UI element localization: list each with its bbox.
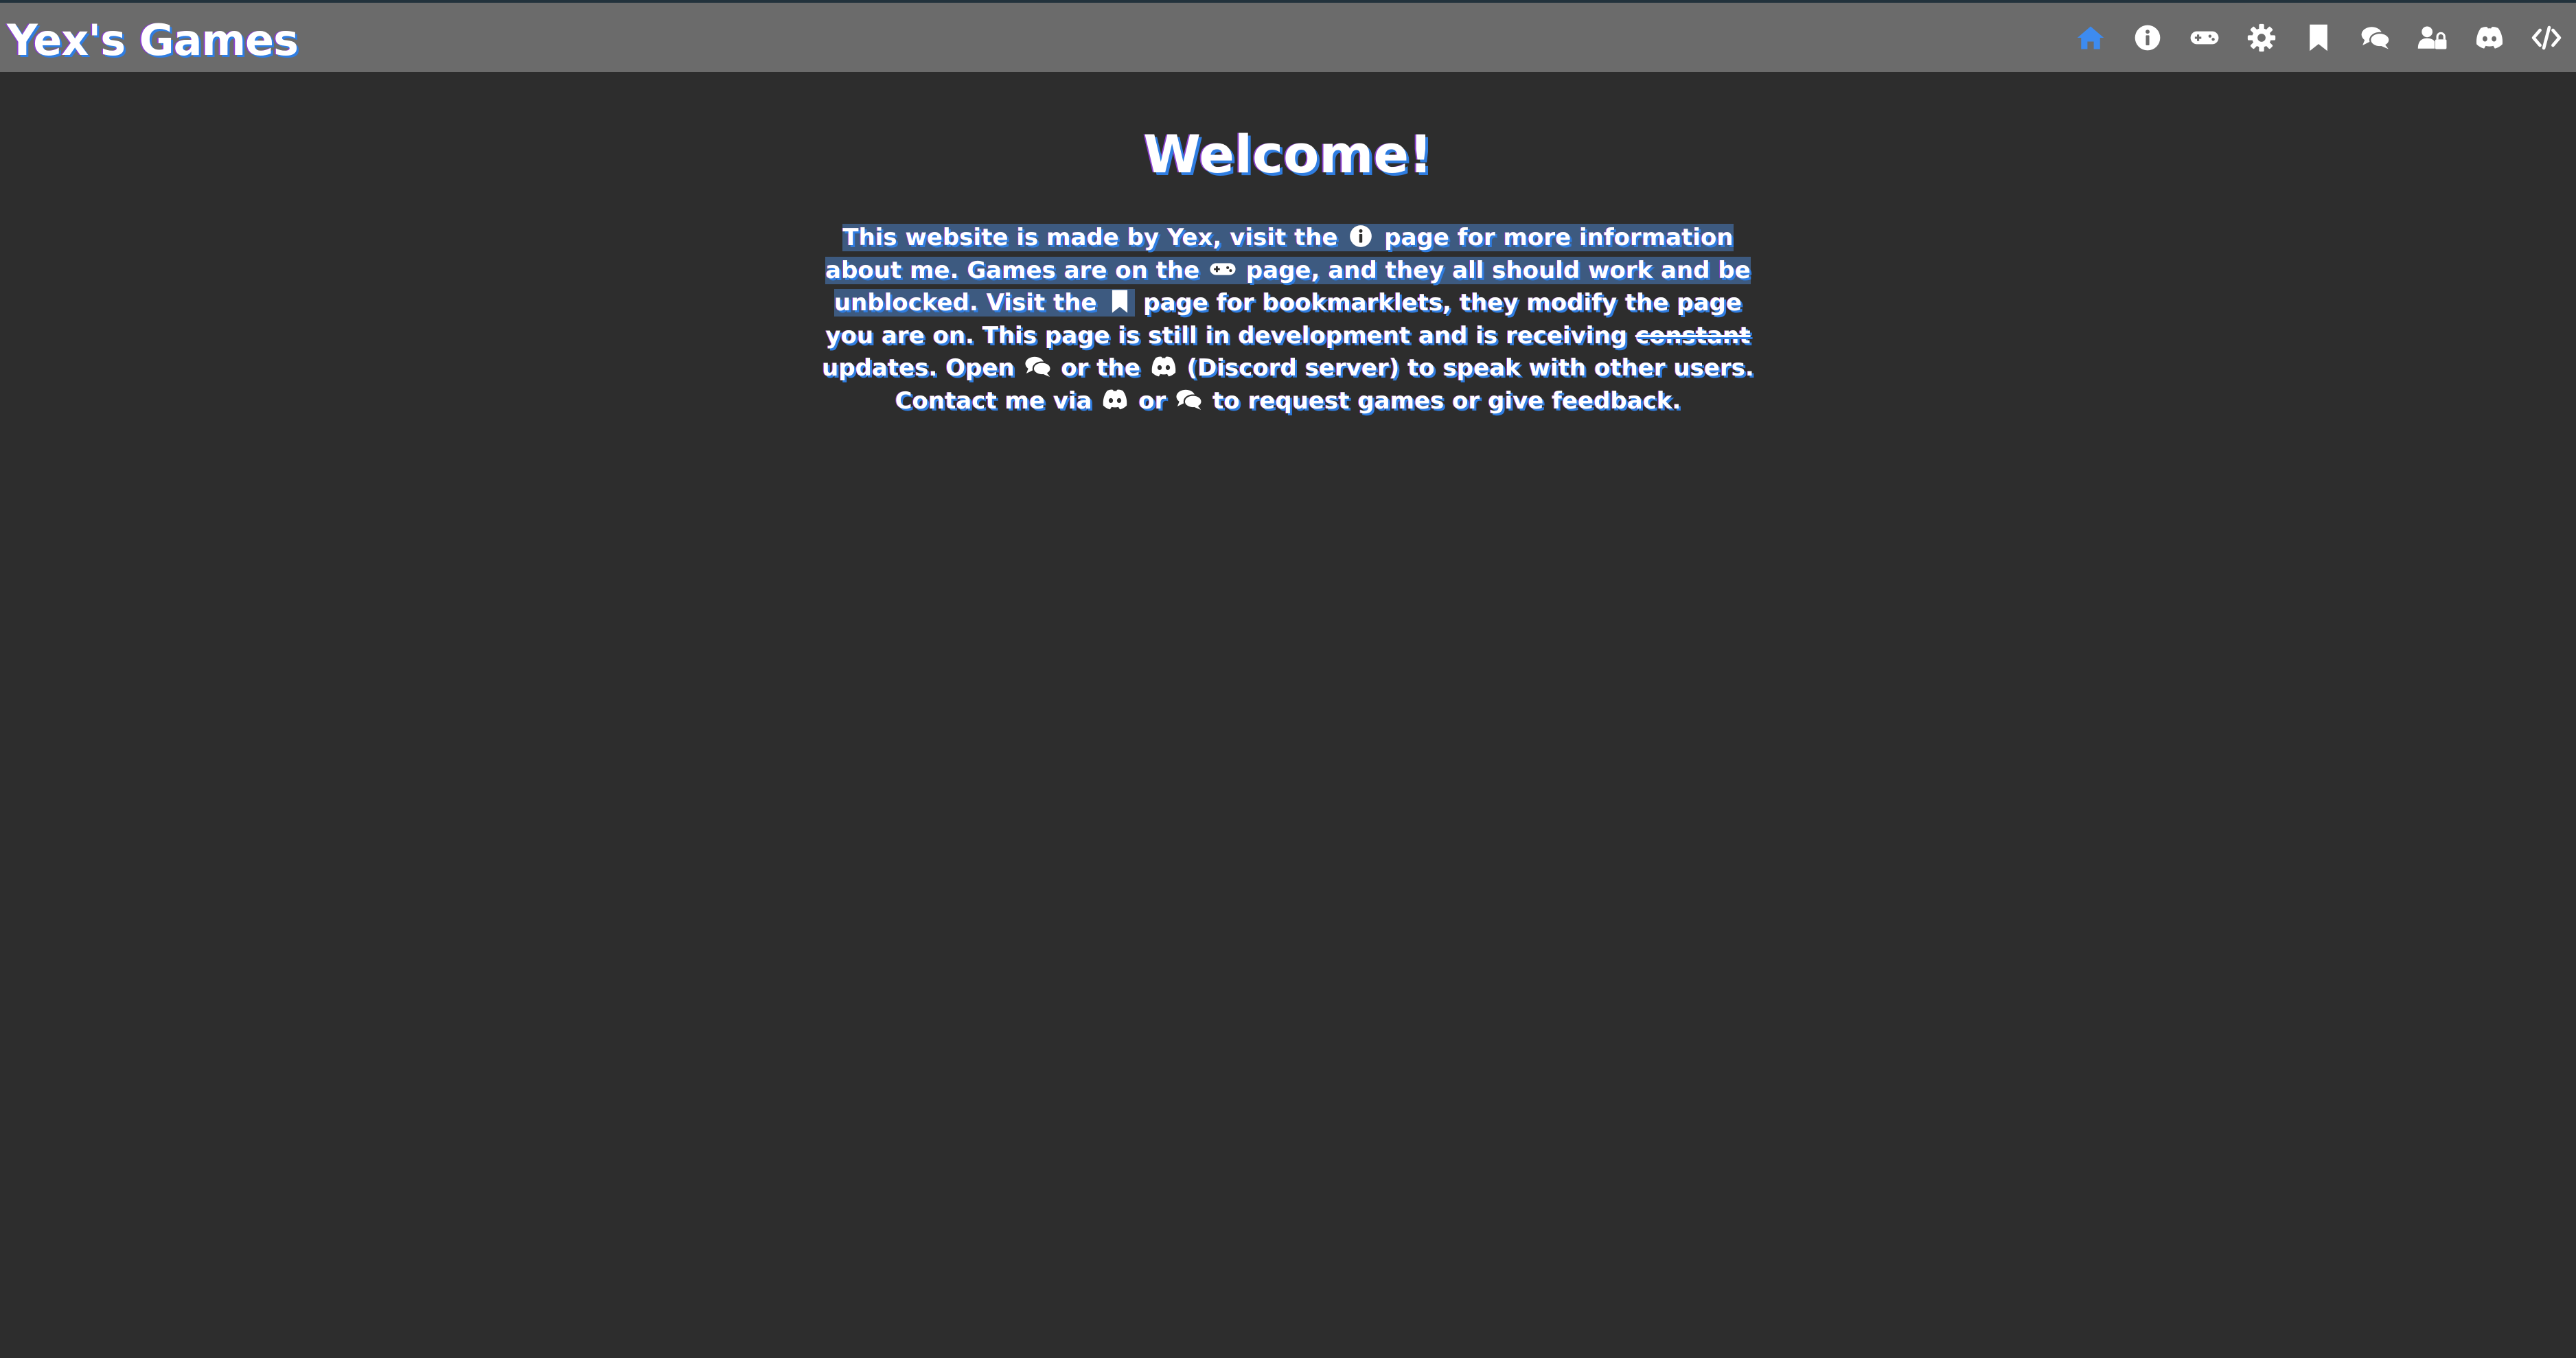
intro-text-part: or [1130, 387, 1175, 415]
intro-text-part: updates. Open [822, 354, 1023, 382]
code-icon [2531, 25, 2562, 49]
nav-account-button[interactable] [2410, 15, 2455, 60]
intro-text-part: or the [1053, 354, 1149, 382]
welcome-heading: Welcome! [1143, 124, 1433, 185]
nav-home-button[interactable] [2068, 15, 2113, 60]
user-lock-icon [2417, 26, 2447, 49]
info-icon [2135, 25, 2161, 50]
discord-icon [1101, 387, 1129, 413]
nav-chat-button[interactable] [2353, 15, 2398, 60]
author-name: Yex [1167, 224, 1213, 251]
nav-games-button[interactable] [2182, 15, 2227, 60]
home-icon [2077, 26, 2104, 49]
chat-icon [2361, 26, 2391, 49]
nav-bookmarklets-button[interactable] [2296, 15, 2341, 60]
intro-text-part: , visit the [1212, 224, 1346, 251]
navbar: Yex's Games [0, 0, 2576, 72]
page: Yex's Games Welcome! This website is mad… [0, 0, 2576, 1358]
bookmark-icon [1106, 288, 1134, 314]
intro-text-part: This website is made by [842, 224, 1168, 251]
chat-icon [1024, 354, 1052, 380]
discord-icon [2476, 26, 2503, 49]
gear-icon [2247, 23, 2276, 51]
strikethrough-word: constant [1635, 321, 1751, 349]
nav-icons [2056, 3, 2576, 72]
nav-source-code-button[interactable] [2524, 15, 2569, 60]
nav-info-button[interactable] [2125, 15, 2170, 60]
gamepad-icon [1209, 256, 1237, 282]
discord-icon [1150, 354, 1177, 380]
nav-settings-button[interactable] [2239, 15, 2284, 60]
site-title-link[interactable]: Yex's Games [7, 10, 299, 71]
info-icon [1347, 223, 1375, 249]
nav-discord-button[interactable] [2467, 15, 2512, 60]
intro-paragraph: This website is made by Yex, visit the p… [814, 222, 1762, 417]
bookmark-icon [2310, 24, 2327, 51]
chat-icon [1175, 387, 1203, 413]
intro-text-part: to request games or give feedback. [1204, 387, 1681, 415]
gamepad-icon [2190, 31, 2219, 44]
